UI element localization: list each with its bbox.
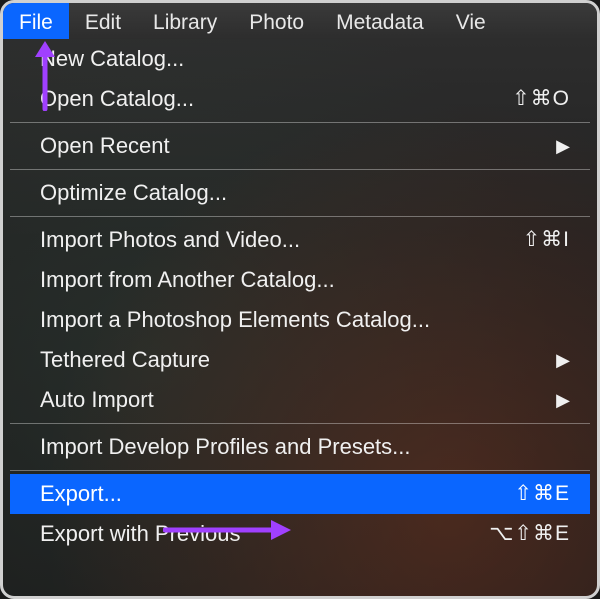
menu-item-optimize-catalog[interactable]: Optimize Catalog... [10,173,590,213]
menu-item-label: Import Develop Profiles and Presets... [40,433,570,461]
submenu-chevron-icon: ▶ [542,346,570,374]
menu-item-label: Open Catalog... [40,85,498,113]
menu-item-shortcut: ⌥⇧⌘E [475,520,570,548]
app-window: File Edit Library Photo Metadata Vie New… [0,0,600,599]
menu-item-open-catalog[interactable]: Open Catalog... ⇧⌘O [10,79,590,119]
menu-separator [10,423,590,424]
menubar-item-photo[interactable]: Photo [233,3,320,39]
menu-item-export-with-previous[interactable]: Export with Previous ⌥⇧⌘E [10,514,590,554]
menu-separator [10,122,590,123]
menu-item-label: Import a Photoshop Elements Catalog... [40,306,570,334]
menubar-label: File [19,11,53,34]
menubar-item-view[interactable]: Vie [440,3,502,39]
menu-item-shortcut: ⇧⌘I [509,226,570,254]
menu-item-label: Open Recent [40,132,542,160]
menu-item-label: Optimize Catalog... [40,179,570,207]
menu-item-tethered-capture[interactable]: Tethered Capture ▶ [10,340,590,380]
menu-item-import-from-catalog[interactable]: Import from Another Catalog... [10,260,590,300]
menubar-item-file[interactable]: File [3,3,69,39]
menu-item-shortcut: ⇧⌘O [498,85,570,113]
menubar-label: Library [153,11,217,34]
menu-item-import-develop-profiles[interactable]: Import Develop Profiles and Presets... [10,427,590,467]
menu-item-import-photos-video[interactable]: Import Photos and Video... ⇧⌘I [10,220,590,260]
menu-item-label: Auto Import [40,386,542,414]
menubar-label: Vie [456,11,486,34]
menu-item-shortcut: ⇧⌘E [500,480,570,508]
menubar-label: Photo [249,11,304,34]
menubar-label: Metadata [336,11,424,34]
menu-item-new-catalog[interactable]: New Catalog... [10,39,590,79]
menu-item-label: Import from Another Catalog... [40,266,570,294]
menu-separator [10,470,590,471]
menubar: File Edit Library Photo Metadata Vie [3,3,597,39]
menu-item-label: Export with Previous [40,520,475,548]
menubar-item-edit[interactable]: Edit [69,3,137,39]
menubar-item-library[interactable]: Library [137,3,233,39]
submenu-chevron-icon: ▶ [542,132,570,160]
submenu-chevron-icon: ▶ [542,386,570,414]
menu-item-label: New Catalog... [40,45,570,73]
menu-item-import-pse-catalog[interactable]: Import a Photoshop Elements Catalog... [10,300,590,340]
menubar-item-metadata[interactable]: Metadata [320,3,440,39]
menu-separator [10,216,590,217]
menu-item-open-recent[interactable]: Open Recent ▶ [10,126,590,166]
menu-item-export[interactable]: Export... ⇧⌘E [10,474,590,514]
menu-separator [10,169,590,170]
menu-item-label: Export... [40,480,500,508]
menu-item-auto-import[interactable]: Auto Import ▶ [10,380,590,420]
file-menu-dropdown: New Catalog... Open Catalog... ⇧⌘O Open … [10,39,590,554]
menu-item-label: Import Photos and Video... [40,226,509,254]
menu-item-label: Tethered Capture [40,346,542,374]
menubar-label: Edit [85,11,121,34]
